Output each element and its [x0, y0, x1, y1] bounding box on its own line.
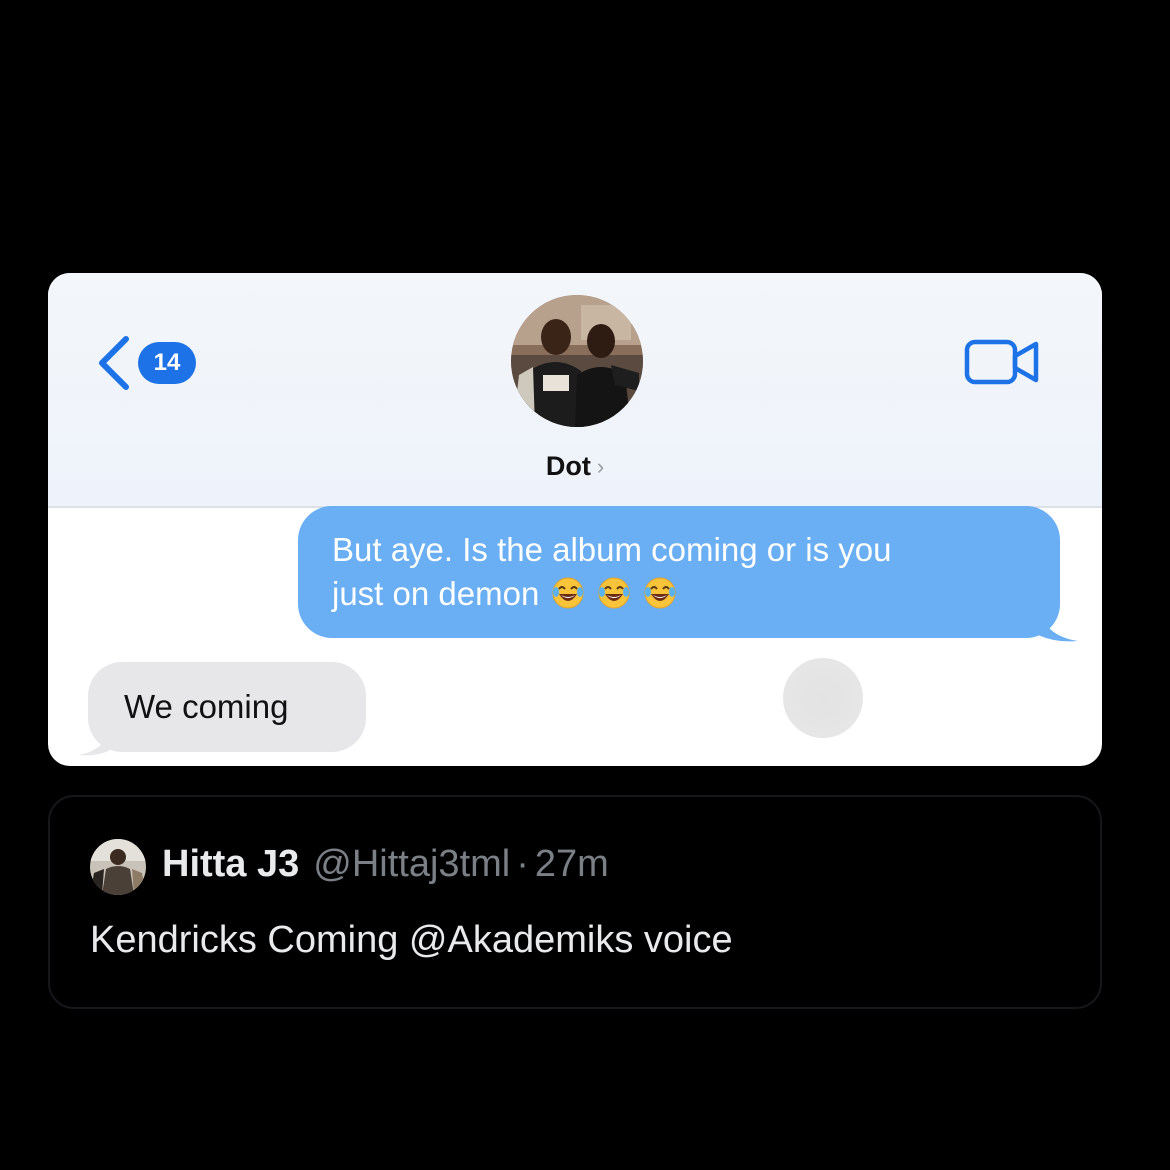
contact-name: Dot	[545, 451, 591, 481]
laughing-tears-emoji	[598, 577, 630, 609]
tweet-separator: ·	[516, 843, 529, 885]
laughing-tears-emoji	[552, 577, 584, 609]
imessage-screenshot-card: 14 Dot › But aye. Is the album coming or…	[48, 273, 1102, 766]
tweet-header: Hitta J3 @Hittaj3tml · 27m	[162, 843, 609, 886]
blurred-typing-indicator	[783, 658, 863, 738]
video-camera-icon	[964, 339, 1039, 385]
tweet-handle[interactable]: @Hittaj3tml	[313, 843, 510, 886]
conversation-header: 14 Dot ›	[48, 273, 1102, 508]
tweet-display-name[interactable]: Hitta J3	[162, 843, 299, 886]
contact-name-row[interactable]: Dot ›	[48, 451, 1102, 482]
tweet-timestamp[interactable]: 27m	[535, 843, 609, 886]
incoming-message-text: We coming	[124, 688, 289, 725]
video-call-button[interactable]	[964, 338, 1042, 386]
incoming-message-bubble[interactable]: We coming	[88, 662, 366, 752]
outgoing-message-line-2-text: just on demon	[332, 575, 540, 612]
outgoing-message-line-2: just on demon	[332, 572, 1026, 616]
tweet-text: Kendricks Coming @Akademiks voice	[90, 919, 733, 961]
tweet-card[interactable]: Hitta J3 @Hittaj3tml · 27m Kendricks Com…	[48, 795, 1102, 1009]
page: 14 Dot › But aye. Is the album coming or…	[0, 0, 1170, 1170]
unread-count-badge: 14	[138, 342, 196, 384]
chevron-right-icon: ›	[596, 453, 605, 479]
back-button[interactable]: 14	[92, 333, 196, 393]
contact-avatar[interactable]	[511, 295, 643, 427]
outgoing-message-line-1: But aye. Is the album coming or is you	[332, 531, 892, 568]
outgoing-message-bubble[interactable]: But aye. Is the album coming or is you j…	[298, 506, 1060, 638]
contact-photo	[511, 295, 643, 427]
tweet-author-avatar[interactable]	[90, 839, 146, 895]
chevron-left-icon	[99, 336, 129, 390]
laughing-tears-emoji	[644, 577, 676, 609]
author-photo	[90, 839, 146, 895]
